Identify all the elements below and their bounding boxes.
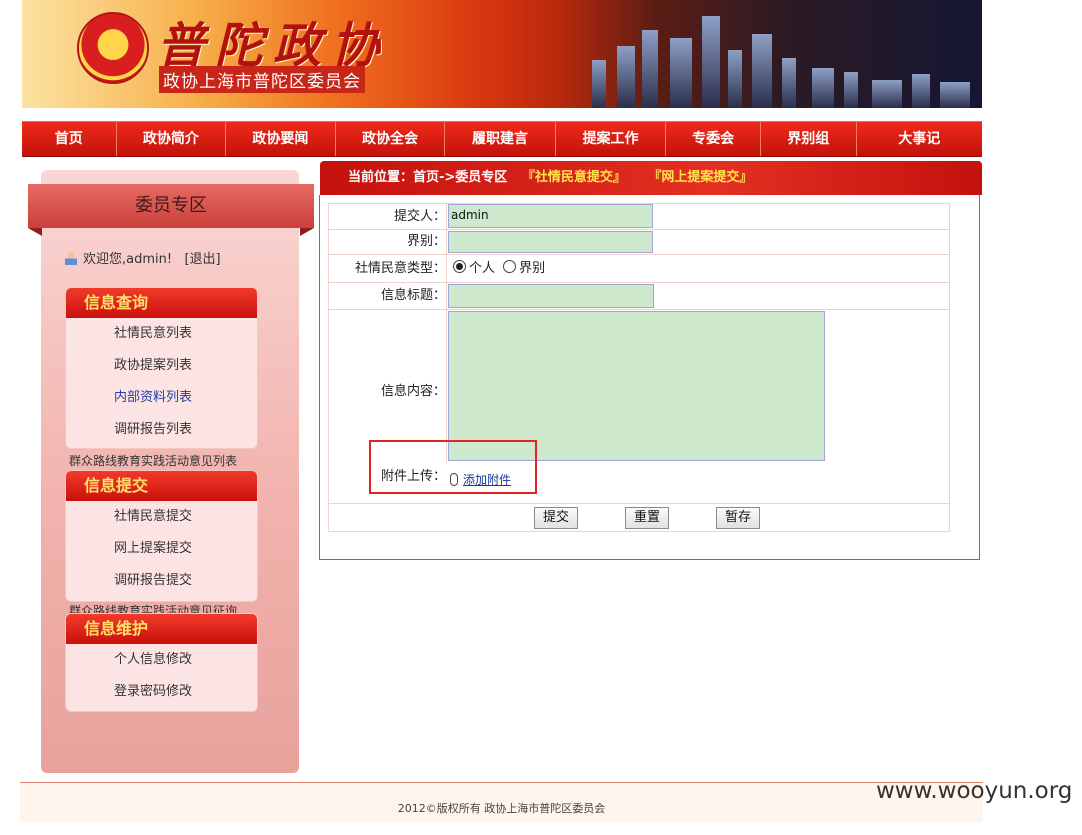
nav-home[interactable]: 首页: [22, 122, 117, 156]
nav-events[interactable]: 大事记: [857, 122, 982, 156]
save-draft-button[interactable]: 暂存: [716, 507, 761, 529]
nav-news[interactable]: 政协要闻: [226, 122, 336, 156]
cppcc-emblem-icon: [77, 12, 149, 84]
nav-advice[interactable]: 履职建言: [445, 122, 556, 156]
sidebar-title: 委员专区: [28, 184, 314, 236]
panel-head-maintain: 信息维护: [66, 614, 257, 644]
highlight-box: [369, 440, 537, 494]
radio-sector[interactable]: [503, 260, 517, 273]
link-sqmy-list[interactable]: 社情民意列表: [66, 318, 257, 350]
breadcrumb: 当前位置：首页->委员专区 『社情民意提交』 『网上提案提交』: [320, 161, 982, 195]
nav-committees[interactable]: 专委会: [666, 122, 761, 156]
header-banner: 普陀政协 政协上海市普陀区委员会: [22, 0, 982, 108]
submit-button[interactable]: 提交: [534, 507, 579, 529]
sector-cell: [446, 230, 653, 254]
panel-head-submit: 信息提交: [66, 471, 257, 501]
row-info-title: 信息标题：: [329, 283, 949, 310]
panel-info-query: 信息查询 社情民意列表 政协提案列表 内部资料列表 调研报告列表: [65, 287, 258, 449]
nav-intro[interactable]: 政协简介: [117, 122, 227, 156]
link-internal-docs-list[interactable]: 内部资料列表: [66, 382, 257, 414]
panel-info-submit: 信息提交 社情民意提交 网上提案提交 调研报告提交: [65, 470, 258, 602]
sector-input[interactable]: [448, 231, 653, 253]
link-proposal-list[interactable]: 政协提案列表: [66, 350, 257, 382]
link-password-edit[interactable]: 登录密码修改: [66, 676, 257, 708]
submitter-cell: admin: [446, 204, 653, 229]
nav-plenary[interactable]: 政协全会: [336, 122, 446, 156]
watermark: www.wooyun.org: [876, 778, 1073, 804]
info-title-input[interactable]: [448, 284, 654, 308]
radio-sector-label: 界别: [519, 261, 546, 276]
content-label: 信息内容：: [380, 384, 446, 399]
link-profile-edit[interactable]: 个人信息修改: [66, 644, 257, 676]
radio-individual-label: 个人: [469, 261, 496, 276]
nav-sectors[interactable]: 界别组: [761, 122, 857, 156]
link-research-list[interactable]: 调研报告列表: [66, 414, 257, 446]
welcome-message: 欢迎您,admin! [退出]: [65, 248, 221, 267]
row-type: 社情民意类型： 个人 界别: [329, 255, 949, 283]
link-mass-line-list[interactable]: 群众路线教育实践活动意见列表: [69, 452, 237, 469]
panel-head-query: 信息查询: [66, 288, 257, 318]
reset-button[interactable]: 重置: [625, 507, 670, 529]
main-nav: 首页 政协简介 政协要闻 政协全会 履职建言 提案工作 专委会 界别组 大事记: [22, 121, 982, 157]
breadcrumb-link-sqmy[interactable]: 『社情民意提交』: [522, 170, 626, 185]
radio-individual[interactable]: [453, 260, 466, 273]
sector-label: 界别：: [406, 234, 446, 249]
link-sqmy-submit[interactable]: 社情民意提交: [66, 501, 257, 533]
user-icon: [65, 251, 77, 265]
site-subtitle: 政协上海市普陀区委员会: [159, 66, 365, 93]
link-research-submit[interactable]: 调研报告提交: [66, 565, 257, 597]
type-cell: 个人 界别: [446, 255, 545, 282]
submitter-input[interactable]: admin: [448, 204, 653, 228]
row-buttons: 提交 重置 暂存: [329, 504, 949, 531]
row-submitter: 提交人： admin: [329, 204, 949, 230]
welcome-text: 欢迎您,admin!: [83, 252, 173, 267]
submitter-label: 提交人：: [393, 209, 446, 224]
footer: 2012©版权所有 政协上海市普陀区委员会: [20, 783, 983, 822]
breadcrumb-link-proposal[interactable]: 『网上提案提交』: [648, 170, 752, 185]
logout-link[interactable]: [退出]: [184, 252, 220, 267]
info-title-label: 信息标题：: [380, 288, 446, 303]
nav-proposals[interactable]: 提案工作: [556, 122, 667, 156]
info-title-cell: [446, 283, 654, 309]
breadcrumb-path: 当前位置：首页->委员专区: [348, 170, 508, 185]
panel-info-maintain: 信息维护 个人信息修改 登录密码修改: [65, 613, 258, 712]
link-proposal-submit[interactable]: 网上提案提交: [66, 533, 257, 565]
content-textarea[interactable]: [448, 311, 825, 461]
type-label: 社情民意类型：: [354, 261, 446, 276]
row-sector: 界别：: [329, 230, 949, 255]
